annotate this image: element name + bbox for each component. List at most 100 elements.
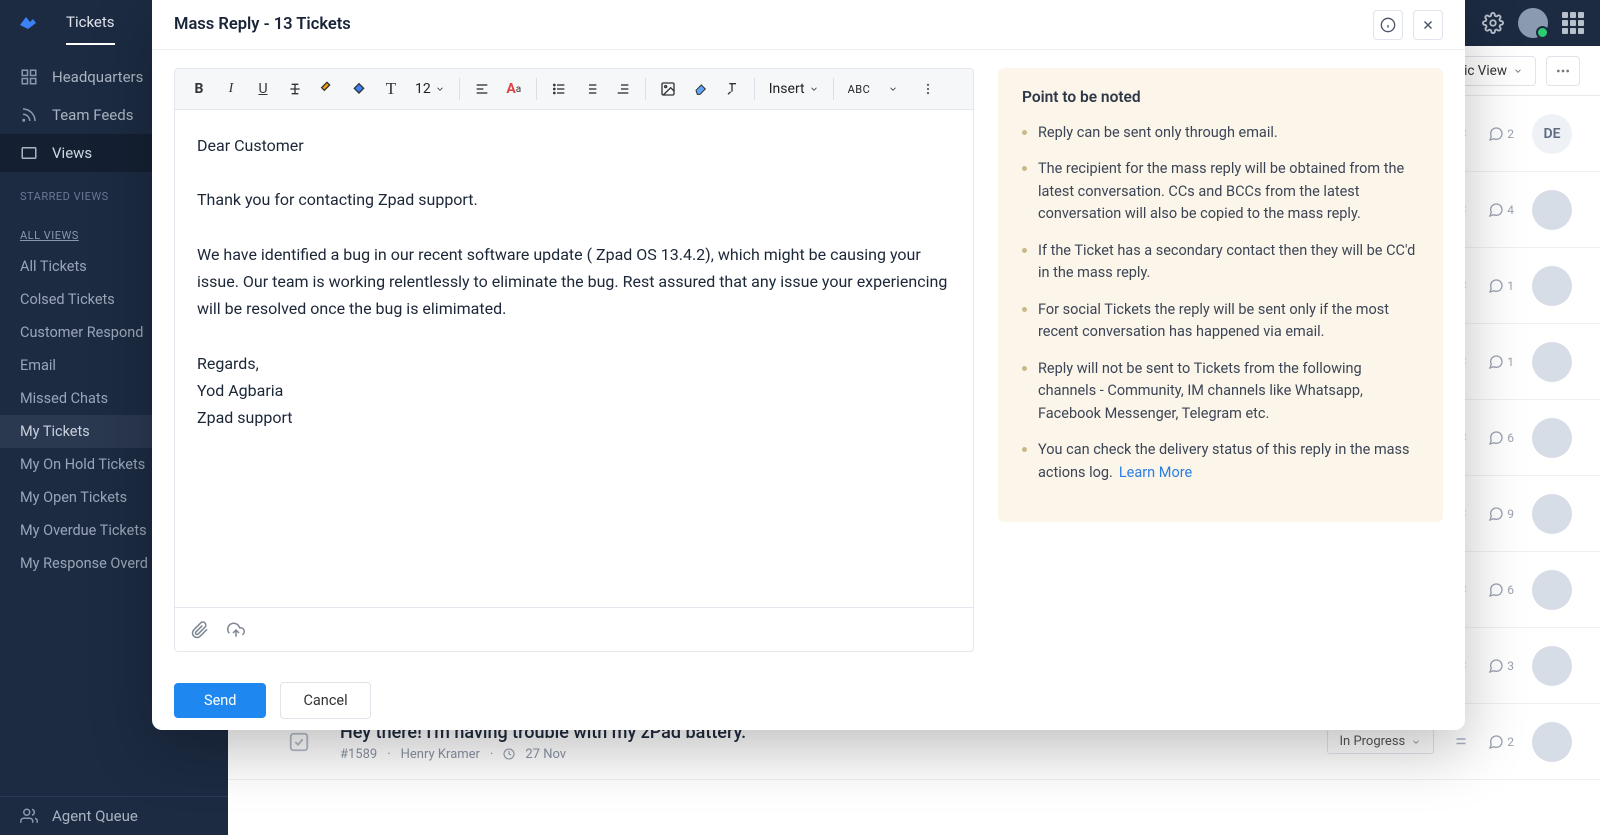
chat-icon — [1488, 126, 1504, 142]
info-button[interactable] — [1373, 10, 1403, 40]
learn-more-link[interactable]: Learn More — [1119, 464, 1192, 481]
comment-count: 1 — [1488, 278, 1514, 294]
indent-button[interactable] — [609, 75, 637, 103]
comment-count: 2 — [1488, 126, 1514, 142]
signature-2: Yod Agbaria — [197, 377, 951, 404]
paragraph-1: Thank you for contacting Zpad support. — [197, 186, 951, 213]
align-button[interactable] — [468, 75, 496, 103]
more-horizontal-icon — [1555, 63, 1571, 79]
more-button[interactable] — [1546, 56, 1580, 86]
comment-count: 2 — [1488, 734, 1514, 750]
comment-count: 6 — [1488, 430, 1514, 446]
more-vertical-icon — [921, 82, 935, 96]
chevron-down-icon — [888, 84, 898, 94]
close-icon — [1421, 18, 1435, 32]
clock-icon — [503, 748, 515, 760]
signature-3: Zpad support — [197, 404, 951, 431]
strike-button[interactable] — [281, 75, 309, 103]
greeting-text: Dear Customer — [197, 132, 951, 159]
spellcheck-dropdown[interactable]: ABC — [842, 83, 905, 96]
app-logo — [16, 11, 40, 35]
clear-format-button[interactable] — [718, 75, 746, 103]
modal-title: Mass Reply - 13 Tickets — [174, 15, 351, 34]
nav-label: Team Feeds — [52, 106, 133, 124]
nav-label: Headquarters — [52, 68, 143, 86]
close-button[interactable] — [1413, 10, 1443, 40]
note-item: Reply can be sent only through email. — [1022, 122, 1419, 144]
contact-avatar — [1532, 418, 1572, 458]
paragraph-2: We have identified a bug in our recent s… — [197, 241, 951, 323]
chevron-down-icon — [1513, 66, 1523, 76]
apps-grid-icon[interactable] — [1562, 12, 1584, 34]
insert-label: Insert — [769, 81, 805, 97]
severity-icon — [1452, 733, 1470, 751]
nav-label: Agent Queue — [52, 807, 138, 825]
chevron-down-icon — [809, 84, 819, 94]
ol-button[interactable] — [577, 75, 605, 103]
note-item: You can check the delivery status of thi… — [1022, 439, 1419, 484]
underline-button[interactable]: U — [249, 75, 277, 103]
bold-button[interactable]: B — [185, 75, 213, 103]
nav-label: Views — [52, 144, 92, 162]
header-tab-tickets[interactable]: Tickets — [66, 1, 115, 45]
cancel-button[interactable]: Cancel — [280, 682, 370, 719]
settings-icon[interactable] — [1482, 12, 1504, 34]
note-item: If the Ticket has a secondary contact th… — [1022, 240, 1419, 285]
image-button[interactable] — [654, 75, 682, 103]
contact-avatar — [1532, 646, 1572, 686]
font-size-value: 12 — [415, 81, 431, 97]
editor-body[interactable]: Dear Customer Thank you for contacting Z… — [174, 110, 974, 608]
attach-icon[interactable] — [191, 621, 209, 639]
chat-icon — [1488, 658, 1504, 674]
paint-button[interactable] — [345, 75, 373, 103]
chat-icon — [1488, 278, 1504, 294]
chat-icon — [1488, 430, 1504, 446]
status-pill[interactable]: In Progress — [1327, 729, 1435, 754]
info-icon — [1380, 17, 1396, 33]
editor-toolbar: B I U T 12 — [174, 68, 974, 110]
cloud-upload-icon[interactable] — [227, 621, 245, 639]
send-button[interactable]: Send — [174, 683, 266, 718]
font-style-button[interactable]: Aa — [500, 75, 528, 103]
chevron-down-icon — [435, 84, 445, 94]
chat-icon — [1488, 734, 1504, 750]
highlight-button[interactable] — [313, 75, 341, 103]
contact-avatar: DE — [1532, 114, 1572, 154]
comment-count: 3 — [1488, 658, 1514, 674]
insert-dropdown[interactable]: Insert — [763, 81, 825, 97]
signature-1: Regards, — [197, 350, 951, 377]
eraser-button[interactable] — [686, 75, 714, 103]
contact-avatar — [1532, 190, 1572, 230]
font-size-select[interactable]: 12 — [409, 81, 451, 97]
italic-button[interactable]: I — [217, 75, 245, 103]
note-item: For social Tickets the reply will be sen… — [1022, 299, 1419, 344]
contact-avatar — [1532, 266, 1572, 306]
note-item: The recipient for the mass reply will be… — [1022, 158, 1419, 225]
contact-avatar — [1532, 722, 1572, 762]
chevron-down-icon — [1411, 737, 1421, 747]
note-item: Reply will not be sent to Tickets from t… — [1022, 358, 1419, 425]
notes-panel: Point to be noted Reply can be sent only… — [998, 68, 1443, 522]
chat-icon — [1488, 582, 1504, 598]
more-tools-button[interactable] — [914, 75, 942, 103]
chat-icon — [1488, 202, 1504, 218]
modal-header: Mass Reply - 13 Tickets — [152, 0, 1465, 50]
mass-reply-modal: Mass Reply - 13 Tickets B I U — [152, 0, 1465, 730]
nav-agent-queue[interactable]: Agent Queue — [0, 797, 228, 835]
chat-icon — [1488, 354, 1504, 370]
modal-footer: Send Cancel — [152, 670, 1465, 730]
comment-count: 6 — [1488, 582, 1514, 598]
ul-button[interactable] — [545, 75, 573, 103]
font-size-tool[interactable]: T — [377, 75, 405, 103]
contact-avatar — [1532, 494, 1572, 534]
editor-footer — [174, 608, 974, 652]
contact-avatar — [1532, 570, 1572, 610]
checkbox-icon[interactable] — [288, 731, 310, 753]
chat-icon — [1488, 506, 1504, 522]
notes-title: Point to be noted — [1022, 88, 1419, 106]
comment-count: 1 — [1488, 354, 1514, 370]
comment-count: 9 — [1488, 506, 1514, 522]
ticket-meta: #1589·Henry Kramer· 27 Nov — [340, 747, 746, 762]
contact-avatar — [1532, 342, 1572, 382]
user-avatar[interactable] — [1518, 8, 1548, 38]
